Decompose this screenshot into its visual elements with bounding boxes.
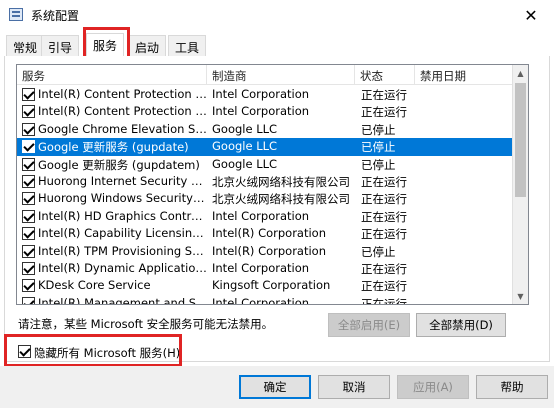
table-row[interactable]: Intel(R) Dynamic Application Loa... Intel… [17, 260, 514, 277]
service-name: Intel(R) Content Protection HECI ... [38, 87, 208, 101]
service-checkbox[interactable] [22, 88, 35, 101]
vertical-scrollbar[interactable]: ▲ ▼ [512, 65, 528, 304]
service-name: Huorong Windows Security Center [38, 191, 208, 206]
tab-general[interactable]: 常规 [6, 35, 45, 56]
table-row[interactable]: Google 更新服务 (gupdatem) Google LLC 已停止 [17, 156, 514, 173]
service-status: 已停止 [361, 122, 396, 137]
scroll-down-arrow-icon[interactable]: ▼ [513, 288, 528, 304]
service-manufacturer: Kingsoft Corporation [212, 278, 331, 293]
service-checkbox[interactable] [22, 174, 35, 188]
service-checkbox[interactable] [22, 122, 35, 136]
service-status: 正在运行 [361, 88, 407, 102]
service-checkbox[interactable] [22, 209, 35, 223]
table-row[interactable]: Google Chrome Elevation Servic... Google … [17, 121, 514, 138]
table-row[interactable]: Intel(R) HD Graphics Control Pan... Intel… [17, 208, 514, 225]
service-manufacturer: Google LLC [212, 139, 278, 154]
table-row[interactable]: Intel(R) Content Protection HECI ... Inte… [17, 86, 514, 103]
service-checkbox[interactable] [22, 244, 35, 258]
service-name: Intel(R) HD Graphics Control Pan... [38, 208, 208, 223]
scroll-up-arrow-icon[interactable]: ▲ [513, 65, 528, 81]
scrollbar-thumb[interactable] [515, 83, 526, 197]
service-manufacturer: Intel(R) Corporation [212, 226, 327, 241]
msconfig-app-icon [9, 8, 23, 21]
enable-all-button[interactable]: 全部启用(E) [328, 313, 410, 337]
hide-microsoft-highlight [4, 334, 182, 367]
service-checkbox[interactable] [22, 227, 35, 241]
service-manufacturer: Intel Corporation [212, 295, 310, 305]
disable-all-button[interactable]: 全部禁用(D) [416, 313, 506, 337]
service-name: Huorong Internet Security Daem... [38, 173, 208, 188]
service-status: 已停止 [361, 157, 396, 172]
service-name: KDesk Core Service [38, 278, 151, 293]
service-status: 正在运行 [361, 192, 407, 207]
services-list[interactable]: 服务 制造商 状态 禁用日期 Intel(R) Content Protecti… [16, 64, 529, 305]
service-status: 正在运行 [361, 261, 407, 276]
close-icon: ✕ [524, 5, 538, 25]
service-manufacturer: Intel Corporation [212, 208, 310, 223]
title-bar: 系统配置 ✕ [0, 0, 554, 30]
table-row[interactable]: Intel(R) Capability Licensing Servi... In… [17, 225, 514, 242]
table-row[interactable]: Google 更新服务 (gupdate) Google LLC 已停止 [17, 138, 514, 156]
column-header-disabled-date[interactable]: 禁用日期 [415, 65, 514, 85]
service-checkbox[interactable] [22, 279, 35, 293]
service-manufacturer: 北京火绒网络科技有限公司 [212, 192, 350, 207]
service-checkbox[interactable] [22, 157, 35, 171]
service-status: 正在运行 [361, 105, 407, 120]
service-status: 正在运行 [361, 279, 407, 294]
tab-tools[interactable]: 工具 [168, 35, 207, 56]
service-name: Google Chrome Elevation Servic... [38, 121, 208, 136]
table-row[interactable]: Huorong Internet Security Daem... 北京火绒网络科… [17, 173, 514, 190]
service-name: Google 更新服务 (gupdate) [38, 140, 189, 155]
service-name: Google 更新服务 (gupdatem) [38, 157, 200, 172]
service-name: Intel(R) TPM Provisioning Service [38, 243, 208, 258]
service-name: Intel(R) Management and Securit... [38, 295, 208, 305]
service-checkbox[interactable] [22, 140, 35, 154]
services-rows: Intel(R) Content Protection HECI ... Inte… [17, 86, 514, 305]
tab-startup[interactable]: 启动 [128, 35, 167, 56]
service-manufacturer: 北京火绒网络科技有限公司 [212, 174, 350, 189]
table-row[interactable]: Huorong Windows Security Center 北京火绒网络科技有… [17, 190, 514, 207]
service-checkbox[interactable] [22, 192, 35, 206]
microsoft-services-notice: 请注意，某些 Microsoft 安全服务可能无法禁用。 [18, 317, 274, 331]
column-header-manufacturer[interactable]: 制造商 [207, 65, 355, 85]
help-button[interactable]: 帮助 [476, 375, 548, 399]
tab-boot[interactable]: 引导 [41, 35, 80, 56]
service-manufacturer: Intel(R) Corporation [212, 243, 327, 258]
table-row[interactable]: Intel(R) TPM Provisioning Service Intel(R… [17, 243, 514, 260]
service-manufacturer: Intel Corporation [212, 87, 310, 101]
table-row[interactable]: Intel(R) Management and Securit... Intel … [17, 295, 514, 305]
service-manufacturer: Intel Corporation [212, 260, 310, 275]
service-manufacturer: Intel Corporation [212, 104, 310, 119]
column-header-service[interactable]: 服务 [17, 65, 207, 85]
service-status: 正在运行 [361, 209, 407, 224]
service-status: 正在运行 [361, 227, 407, 242]
services-tab-highlight [83, 27, 130, 59]
apply-button[interactable]: 应用(A) [397, 375, 469, 399]
service-status: 已停止 [361, 244, 396, 259]
window-title: 系统配置 [31, 9, 80, 23]
service-status: 正在运行 [361, 296, 407, 305]
service-checkbox[interactable] [22, 105, 35, 119]
ok-button[interactable]: 确定 [239, 375, 311, 399]
service-checkbox[interactable] [22, 261, 35, 275]
service-name: Intel(R) Capability Licensing Servi... [38, 226, 208, 241]
service-name: Intel(R) Content Protection HDCP... [38, 104, 208, 119]
table-row[interactable]: Intel(R) Content Protection HDCP... Intel… [17, 103, 514, 120]
service-status: 正在运行 [361, 174, 407, 189]
service-name: Intel(R) Dynamic Application Loa... [38, 260, 208, 275]
service-manufacturer: Google LLC [212, 156, 278, 171]
table-row[interactable]: KDesk Core Service Kingsoft Corporation 正在… [17, 277, 514, 294]
service-checkbox[interactable] [22, 296, 35, 304]
close-button[interactable]: ✕ [508, 0, 554, 30]
list-header: 服务 制造商 状态 禁用日期 [17, 65, 514, 85]
column-header-status[interactable]: 状态 [355, 65, 415, 85]
service-manufacturer: Google LLC [212, 121, 278, 136]
cancel-button[interactable]: 取消 [318, 375, 390, 399]
service-status: 已停止 [361, 140, 396, 155]
